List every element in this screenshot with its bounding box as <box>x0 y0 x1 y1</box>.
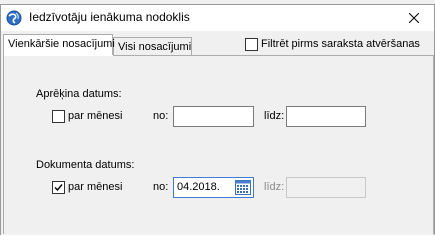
conditions-panel <box>3 55 434 234</box>
tab-label: Vienkāršie nosacījumi <box>8 38 115 50</box>
calc-date-from-label: no: <box>153 110 169 122</box>
close-button[interactable] <box>394 6 434 30</box>
filter-before-open-checkbox[interactable] <box>245 38 258 51</box>
globe-icon <box>6 10 22 26</box>
calc-date-by-month-label: par mēnesi <box>68 110 123 122</box>
checkmark-icon <box>54 184 63 192</box>
calc-date-to-input[interactable] <box>286 106 366 127</box>
doc-date-heading: Dokumenta datums: <box>36 159 135 171</box>
close-icon <box>409 13 419 23</box>
doc-date-from-label: no: <box>153 181 169 193</box>
tab-all-conditions[interactable]: Visi nosacījumi <box>113 37 192 55</box>
doc-date-to-label: līdz: <box>264 181 285 193</box>
calc-date-to-label: līdz: <box>264 110 285 122</box>
calendar-icon[interactable] <box>235 180 251 195</box>
filter-before-open-label: Filtrēt pirms saraksta atvēršanas <box>261 38 420 50</box>
calc-date-heading: Aprēķina datums: <box>36 88 122 100</box>
tab-simple-conditions[interactable]: Vienkāršie nosacījumi <box>3 34 115 56</box>
calc-date-from-input[interactable] <box>173 106 254 127</box>
calc-date-by-month-checkbox[interactable] <box>52 110 65 123</box>
doc-date-by-month-label: par mēnesi <box>68 181 123 193</box>
doc-date-by-month-checkbox[interactable] <box>52 181 65 194</box>
active-tab-joiner <box>4 55 113 56</box>
tab-label: Visi nosacījumi <box>118 41 192 53</box>
window-title: Iedzīvotāju ienākuma nodoklis <box>29 10 190 24</box>
doc-date-to-input <box>286 177 366 198</box>
